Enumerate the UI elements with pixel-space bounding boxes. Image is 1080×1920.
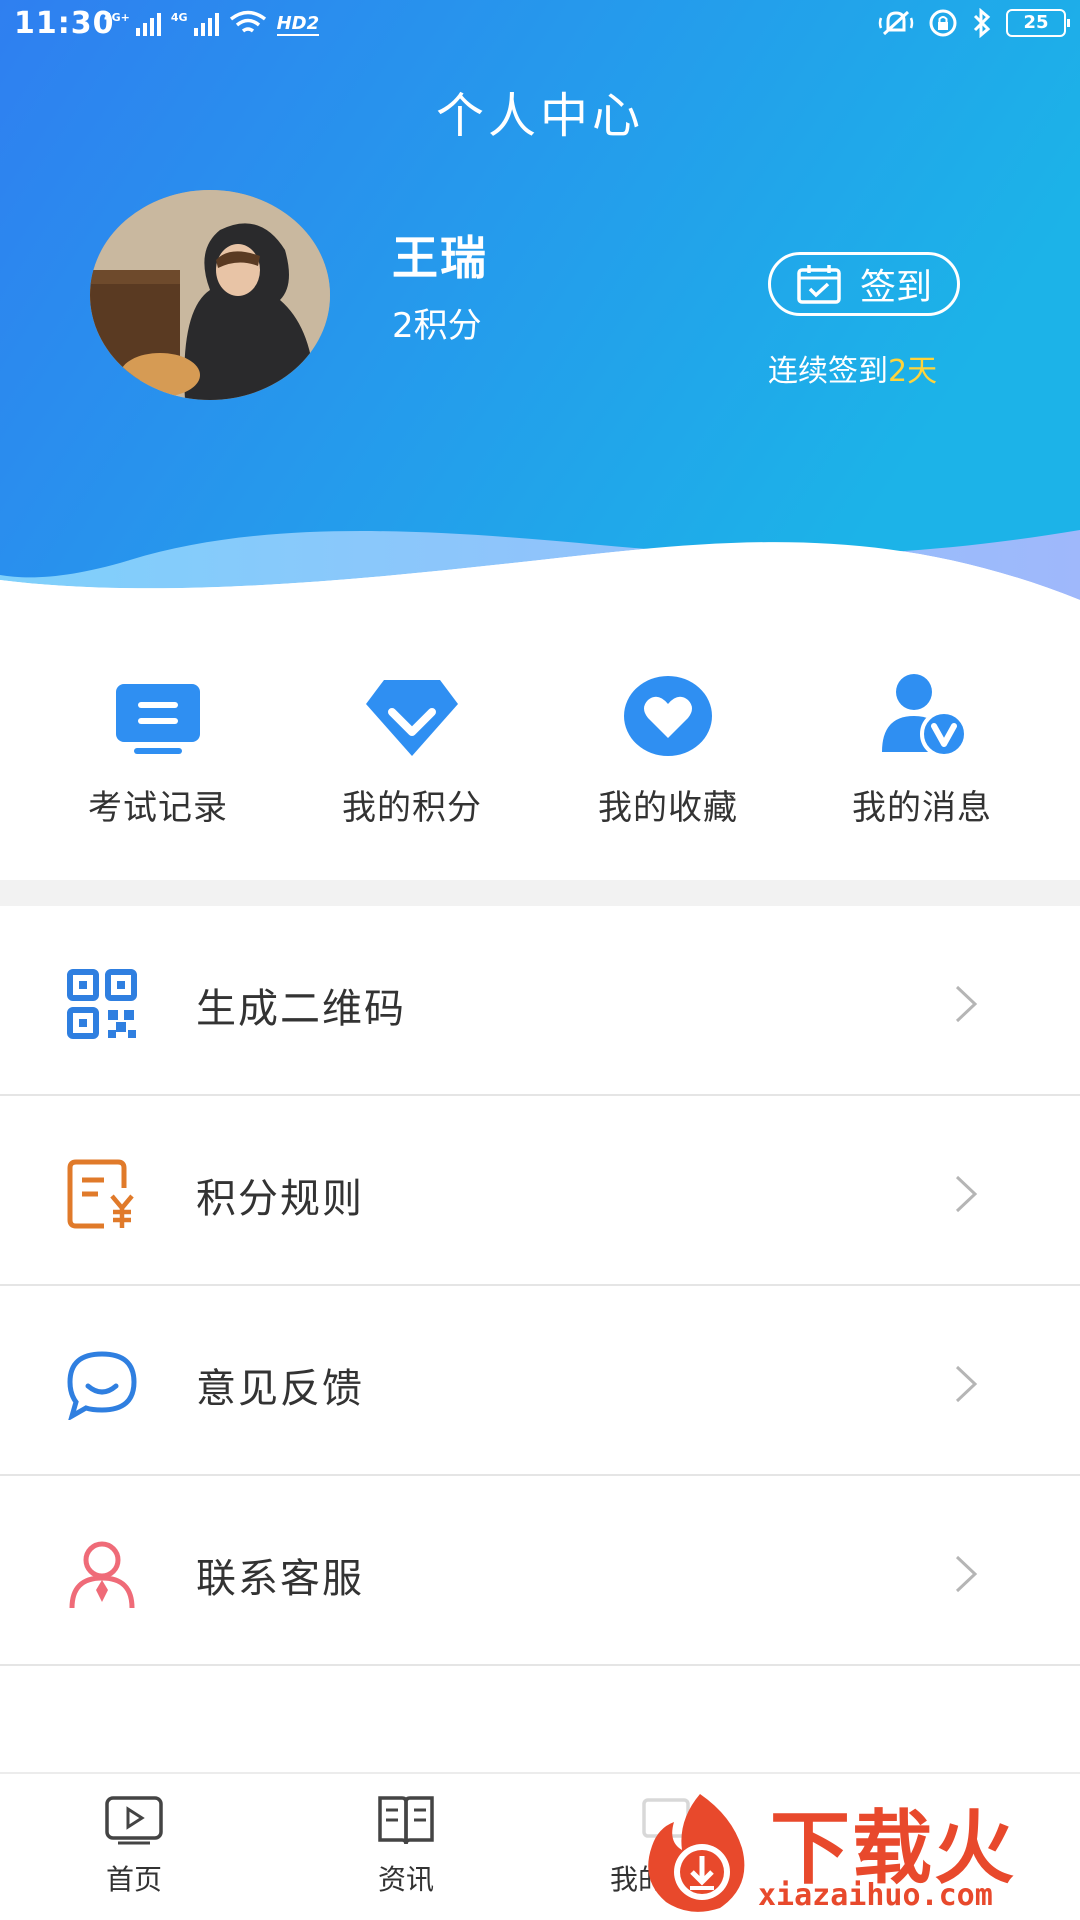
diamond-icon — [366, 680, 458, 756]
video-play-icon — [105, 1796, 163, 1845]
quick-exam-record-label: 考试记录 — [88, 788, 228, 828]
mute-bell-icon — [878, 10, 914, 36]
quick-my-favorites-label: 我的收藏 — [598, 788, 738, 828]
watermark-url: xiazaihuo.com — [758, 1878, 993, 1913]
streak-days: 2天 — [888, 354, 938, 389]
menu-item-qr-code[interactable]: 生成二维码 — [0, 906, 1080, 1096]
quick-my-messages-label: 我的消息 — [852, 788, 992, 828]
tab-news-label: 资讯 — [377, 1863, 434, 1896]
section-divider — [0, 880, 1080, 906]
exam-record-icon — [116, 684, 200, 754]
menu-item-customer-service-label: 联系客服 — [196, 1556, 364, 1602]
tab-home[interactable]: 首页 — [74, 1794, 194, 1898]
user-points: 2积分 — [392, 306, 482, 346]
wifi-icon — [229, 10, 266, 33]
avatar-image — [90, 190, 330, 400]
user-message-icon — [882, 674, 968, 758]
bluetooth-icon — [973, 8, 991, 38]
watermark-logo: 下载火 xiazaihuo.com — [640, 1780, 1080, 1920]
tab-home-label: 首页 — [105, 1863, 162, 1896]
quick-my-points-label: 我的积分 — [342, 788, 482, 828]
avatar[interactable] — [90, 190, 330, 400]
profile-header: 11:30 4G+ 4G HD2 25 个人中心 王瑞 2积分 签到 连续签到2… — [0, 0, 1080, 620]
signal-icon-2 — [193, 12, 219, 36]
tab-news[interactable]: 资讯 — [346, 1794, 466, 1898]
signal-icon — [135, 12, 161, 36]
calendar-check-icon — [797, 265, 841, 304]
menu-item-points-rules-label: 积分规则 — [196, 1176, 364, 1222]
battery-icon: 25 — [1006, 9, 1070, 37]
chevron-right-icon — [955, 985, 978, 1023]
quick-my-favorites[interactable]: 我的收藏 — [568, 670, 768, 829]
quick-exam-record[interactable]: 考试记录 — [58, 670, 258, 829]
status-left-icons: 4G+ 4G HD2 — [104, 10, 320, 36]
menu-item-feedback[interactable]: 意见反馈 — [0, 1286, 1080, 1476]
checkin-streak: 连续签到2天 — [768, 346, 937, 390]
flame-download-icon — [648, 1794, 745, 1912]
customer-service-icon — [69, 1541, 135, 1609]
menu-item-points-rules[interactable]: 积分规则 — [0, 1096, 1080, 1286]
book-icon — [378, 1796, 434, 1845]
status-bar: 11:30 4G+ 4G HD2 25 — [0, 0, 1080, 50]
heart-icon — [624, 676, 712, 756]
status-time: 11:30 — [14, 6, 115, 41]
hd-voice-icon: HD2 — [276, 13, 320, 36]
chevron-right-icon — [955, 1365, 978, 1403]
user-name: 王瑞 — [392, 231, 488, 285]
menu-item-customer-service[interactable]: 联系客服 — [0, 1476, 1080, 1666]
checkin-label: 签到 — [859, 267, 932, 308]
menu-item-qr-code-label: 生成二维码 — [196, 986, 406, 1032]
points-rule-icon — [67, 1159, 134, 1229]
quick-my-messages[interactable]: 我的消息 — [822, 670, 1022, 829]
chevron-right-icon — [955, 1555, 978, 1593]
lock-rotation-icon — [929, 9, 957, 37]
quick-actions: 考试记录 我的积分 我的收藏 我的消息 — [0, 670, 1080, 870]
page-title: 个人中心 — [435, 88, 644, 144]
checkin-button[interactable]: 签到 — [768, 252, 960, 316]
streak-prefix: 连续签到 — [768, 354, 888, 389]
chevron-right-icon — [955, 1175, 978, 1213]
profile-page: 11:30 4G+ 4G HD2 25 个人中心 王瑞 2积分 签到 连续签到2… — [0, 0, 1080, 1920]
menu-list: 生成二维码 积分规则 意见反馈 联系客服 — [0, 906, 1080, 1666]
qr-code-icon — [67, 969, 137, 1039]
chat-bubble-icon — [67, 1351, 137, 1420]
network-type-1: 4G+ — [104, 11, 130, 24]
network-type-2: 4G — [170, 11, 188, 24]
quick-my-points[interactable]: 我的积分 — [312, 670, 512, 829]
menu-item-feedback-label: 意见反馈 — [196, 1366, 364, 1412]
status-right-icons: 25 — [878, 8, 1070, 38]
